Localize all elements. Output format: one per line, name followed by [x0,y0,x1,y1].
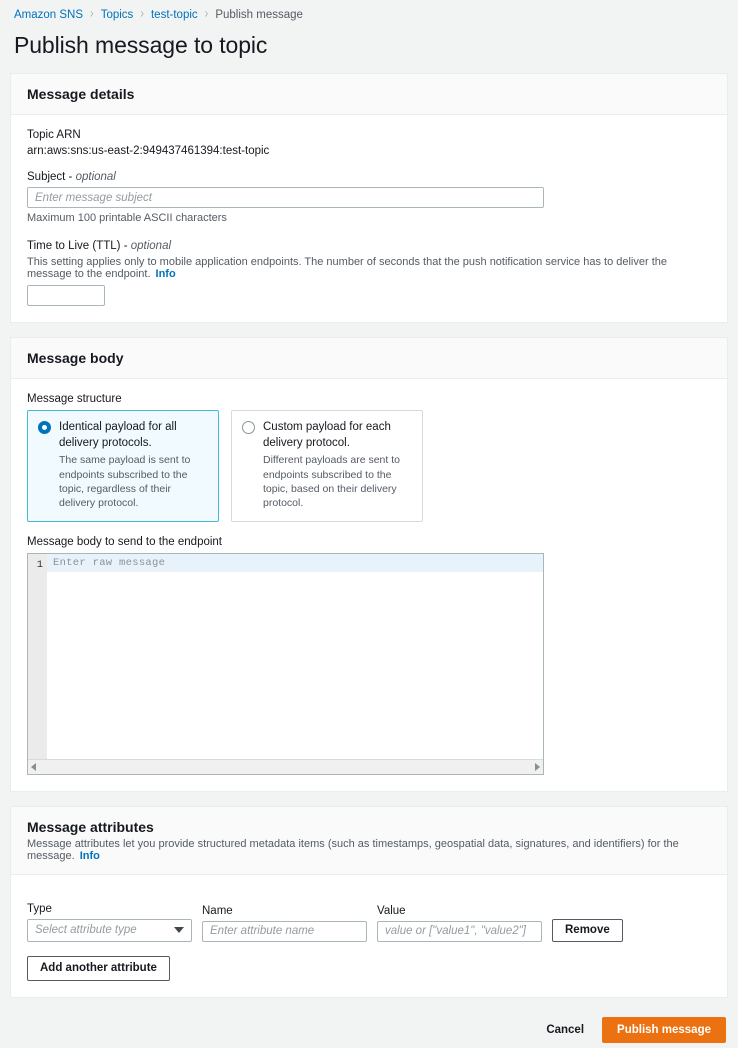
breadcrumb-item-publish-message: Publish message [215,8,303,21]
message-body-editor-label: Message body to send to the endpoint [27,535,223,548]
editor-gutter: 1 [28,553,47,759]
breadcrumb-item-test-topic[interactable]: test-topic [151,9,198,21]
subject-group: Subject - optional Maximum 100 printable… [27,171,711,224]
breadcrumb-item-amazon-sns[interactable]: Amazon SNS [14,9,83,21]
radio-unselected-icon [242,421,255,434]
page-title: Publish message to topic [14,32,268,58]
attribute-row: Type Select attribute type Name Value Re… [27,903,711,942]
scroll-right-arrow-icon[interactable] [535,762,540,771]
breadcrumb-item-topics[interactable]: Topics [101,9,134,21]
ttl-input[interactable] [27,285,105,306]
message-attributes-card: Message attributes Message attributes le… [10,805,728,998]
message-details-body: Topic ARN arn:aws:sns:us-east-2:94943746… [11,115,727,322]
editor-code-area[interactable]: Enter raw message [47,553,543,759]
message-attributes-description: Message attributes let you provide struc… [27,838,711,862]
ttl-description: This setting applies only to mobile appl… [27,256,711,280]
attribute-value-label: Value [377,904,406,917]
message-body-editor-group: Message body to send to the endpoint 1 E… [27,536,711,775]
ttl-label: Time to Live (TTL) - optional [27,240,711,252]
message-attributes-info-link[interactable]: Info [80,850,100,862]
add-another-attribute-button[interactable]: Add another attribute [27,955,170,981]
chevron-right-icon: › [90,6,94,22]
attribute-name-label: Name [202,904,233,917]
attribute-type-select[interactable]: Select attribute type [27,918,192,942]
radio-tile-custom-title: Custom payload for each delivery protoco… [263,421,391,449]
radio-tile-identical-subtitle: The same payload is sent to endpoints su… [59,454,191,510]
message-attributes-description-text: Message attributes let you provide struc… [27,837,679,862]
message-details-title: Message details [27,86,135,102]
ttl-info-link[interactable]: Info [156,268,176,280]
message-body-header: Message body [11,338,727,379]
message-body-content: Message structure Identical payload for … [11,379,727,791]
radio-tile-custom-payload[interactable]: Custom payload for each delivery protoco… [231,410,423,522]
subject-label-text: Subject - [27,171,76,183]
chevron-right-icon: › [204,6,209,22]
editor-horizontal-scrollbar[interactable] [28,758,543,774]
message-attributes-title: Message attributes [27,818,154,835]
breadcrumb: Amazon SNS › Topics › test-topic › Publi… [0,0,738,22]
topic-arn-value: arn:aws:sns:us-east-2:949437461394:test-… [27,145,270,157]
scroll-left-arrow-icon[interactable] [31,762,36,771]
attribute-type-placeholder: Select attribute type [35,924,137,937]
message-details-header: Message details [11,74,727,115]
publish-message-button[interactable]: Publish message [602,1016,726,1043]
message-body-editor[interactable]: 1 Enter raw message [27,552,544,775]
editor-placeholder: Enter raw message [53,556,166,569]
topic-arn-label: Topic ARN [27,129,81,141]
message-body-title: Message body [27,350,124,366]
attribute-type-label: Type [27,902,52,915]
message-structure-label: Message structure [27,393,122,405]
form-footer: Cancel Publish message [0,1012,738,1048]
remove-attribute-button[interactable]: Remove [552,918,623,942]
subject-label: Subject - optional [27,171,711,183]
attribute-name-input[interactable] [202,920,367,942]
message-attributes-header: Message attributes Message attributes le… [11,806,727,875]
cancel-button[interactable]: Cancel [536,1017,594,1043]
attribute-value-input[interactable] [377,920,542,942]
ttl-group: Time to Live (TTL) - optional This setti… [27,240,711,306]
attribute-type-column: Type Select attribute type [27,903,192,942]
radio-tile-identical-title: Identical payload for all delivery proto… [59,421,177,449]
ttl-label-text: Time to Live (TTL) - [27,240,131,252]
message-structure-options: Identical payload for all delivery proto… [27,410,711,522]
ttl-optional-tag: optional [130,240,172,252]
attribute-name-column: Name [202,905,367,942]
attribute-value-column: Value [377,905,542,942]
radio-selected-icon [38,421,51,434]
subject-optional-tag: optional [75,171,116,183]
message-attributes-body: Type Select attribute type Name Value Re… [11,875,727,997]
chevron-right-icon: › [140,6,144,22]
radio-tile-custom-subtitle: Different payloads are sent to endpoints… [263,454,400,510]
subject-input[interactable] [27,187,544,208]
ttl-description-text: This setting applies only to mobile appl… [27,256,668,280]
radio-tile-identical-payload[interactable]: Identical payload for all delivery proto… [27,410,219,522]
message-body-card: Message body Message structure Identical… [10,337,728,792]
subject-hint: Maximum 100 printable ASCII characters [27,212,227,224]
chevron-down-icon [174,927,184,934]
message-details-card: Message details Topic ARN arn:aws:sns:us… [10,73,728,323]
